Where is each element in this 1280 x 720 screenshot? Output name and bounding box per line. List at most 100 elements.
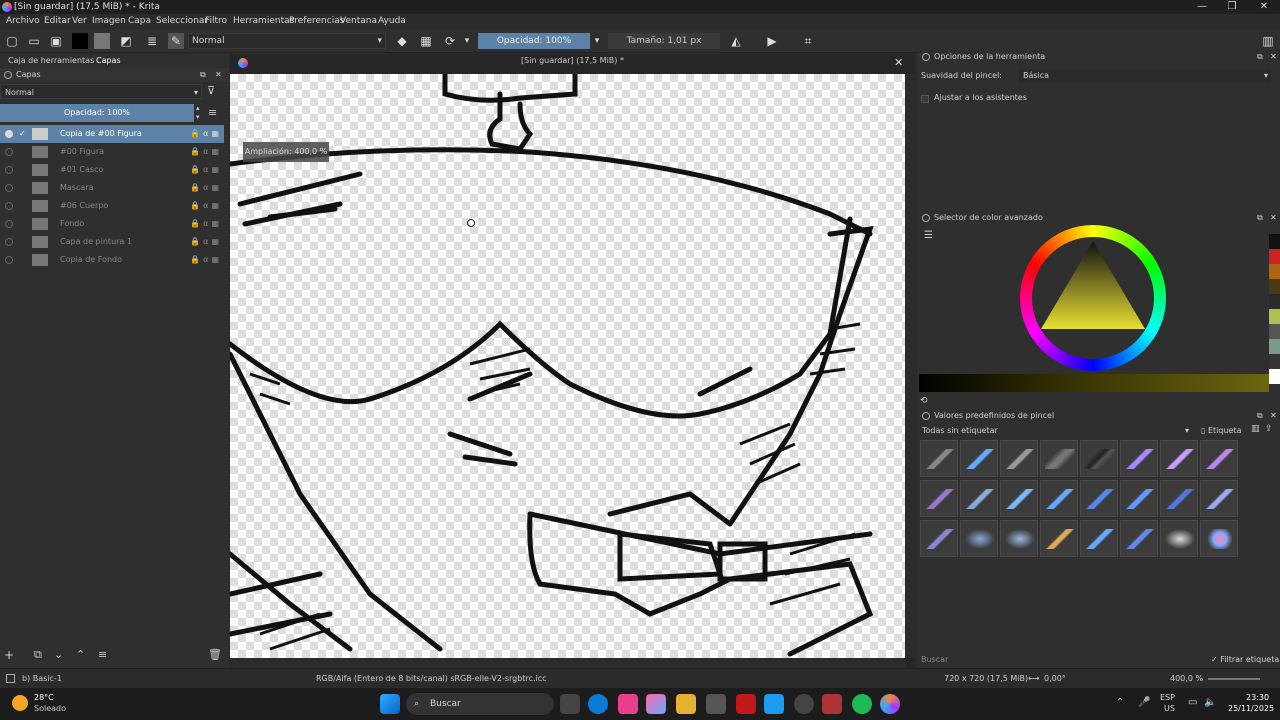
menu-ventana[interactable]: Ventana bbox=[340, 14, 377, 29]
alpha-lock-icon[interactable]: ▦ bbox=[418, 33, 434, 49]
move-down-icon[interactable]: ⌄ bbox=[54, 648, 63, 661]
color-swatch[interactable] bbox=[1269, 234, 1280, 249]
brush-preset[interactable] bbox=[1200, 440, 1238, 477]
visibility-eye-icon[interactable] bbox=[5, 166, 13, 174]
clock-date[interactable]: 25/11/2025 bbox=[1228, 704, 1274, 713]
opacity-spin-icon[interactable]: ▴ ▾ bbox=[196, 104, 200, 122]
eraser-icon[interactable]: ◆ bbox=[394, 33, 410, 49]
workspace-icon[interactable]: ▥ bbox=[1260, 33, 1276, 49]
layer-lock-icons[interactable]: 🔒α▦ bbox=[190, 179, 222, 197]
layer-lock-icons[interactable]: 🔒α▦ bbox=[190, 125, 222, 143]
app-icon[interactable] bbox=[794, 694, 814, 714]
brush-preset[interactable] bbox=[1040, 480, 1078, 517]
brush-preset[interactable] bbox=[1080, 480, 1118, 517]
check-icon[interactable]: ✓ bbox=[19, 125, 26, 143]
move-up-icon[interactable]: ⌃ bbox=[76, 648, 85, 661]
saturation-value-triangle[interactable] bbox=[1020, 225, 1166, 371]
color-swatch[interactable] bbox=[1269, 264, 1280, 279]
menu-ver[interactable]: Ver bbox=[72, 14, 87, 29]
app-icon[interactable] bbox=[822, 694, 842, 714]
brush-preset[interactable] bbox=[920, 440, 958, 477]
mirror-vertical-icon[interactable]: ▶ bbox=[764, 33, 780, 49]
color-swatch[interactable] bbox=[1269, 309, 1280, 324]
visibility-eye-icon[interactable] bbox=[5, 130, 13, 138]
float-docker-icon[interactable]: ⧉ bbox=[1257, 408, 1263, 424]
layer-row[interactable]: #06 Cuerpo 🔒α▦ bbox=[0, 197, 224, 215]
file-explorer-icon[interactable] bbox=[676, 694, 696, 714]
brush-preset[interactable] bbox=[920, 520, 958, 557]
restore-button[interactable]: ❐ bbox=[1216, 0, 1248, 14]
zoom-slider[interactable] bbox=[1208, 678, 1260, 680]
brush-preset[interactable] bbox=[1160, 480, 1198, 517]
visibility-eye-icon[interactable] bbox=[5, 184, 13, 192]
preset-search-input[interactable]: Buscar bbox=[921, 655, 948, 664]
refresh-icon[interactable]: ⟲ bbox=[920, 396, 928, 406]
filter-icon[interactable]: ⊽ bbox=[207, 84, 215, 97]
color-swatch[interactable] bbox=[1269, 354, 1280, 369]
weather-icon[interactable] bbox=[12, 695, 28, 711]
menu-archivo[interactable]: Archivo bbox=[6, 14, 40, 29]
layer-lock-icons[interactable]: 🔒α▦ bbox=[190, 251, 222, 269]
layer-properties-icon[interactable]: ≡ bbox=[98, 648, 107, 661]
layer-lock-icons[interactable]: 🔒α▦ bbox=[190, 161, 222, 179]
add-layer-icon[interactable]: + bbox=[4, 648, 14, 662]
visibility-eye-icon[interactable] bbox=[5, 148, 13, 156]
chevron-down-icon[interactable]: ▾ bbox=[592, 33, 602, 49]
background-color[interactable] bbox=[94, 33, 110, 49]
menu-imagen[interactable]: Imagen bbox=[92, 14, 126, 29]
delete-layer-icon[interactable]: 🗑 bbox=[208, 648, 222, 661]
vertical-scrollbar[interactable] bbox=[905, 74, 915, 658]
brush-preset[interactable] bbox=[920, 480, 958, 517]
krita-taskbar-icon[interactable] bbox=[880, 694, 900, 714]
language-indicator[interactable]: ESP bbox=[1160, 693, 1175, 702]
tab-layers[interactable]: Capas bbox=[96, 54, 121, 68]
layout-icon[interactable]: ▥ bbox=[1251, 424, 1260, 434]
edge-icon[interactable] bbox=[588, 694, 608, 714]
float-docker-icon[interactable]: ⧉ bbox=[1257, 210, 1263, 226]
color-swatch[interactable] bbox=[1269, 249, 1280, 264]
twitter-icon[interactable] bbox=[764, 694, 784, 714]
new-document-icon[interactable]: ▢ bbox=[4, 33, 20, 49]
brush-preset[interactable] bbox=[1080, 520, 1118, 557]
clock-time[interactable]: 23:30 bbox=[1246, 693, 1269, 702]
opacity-slider[interactable]: Opacidad: 100% bbox=[478, 33, 590, 49]
chevron-down-icon[interactable]: ▾ bbox=[462, 33, 472, 49]
menu-seleccionar[interactable]: Seleccionar bbox=[156, 14, 208, 29]
visibility-eye-icon[interactable] bbox=[5, 220, 13, 228]
menu-editar[interactable]: Editar bbox=[44, 14, 71, 29]
task-view-icon[interactable] bbox=[560, 694, 580, 714]
brush-preset[interactable] bbox=[1120, 440, 1158, 477]
layer-row[interactable]: Fondo 🔒α▦ bbox=[0, 215, 224, 233]
layer-lock-icons[interactable]: 🔒α▦ bbox=[190, 233, 222, 251]
keyboard-layout[interactable]: US bbox=[1164, 704, 1175, 713]
assistants-checkbox[interactable] bbox=[921, 95, 929, 103]
color-swatch[interactable] bbox=[1269, 339, 1280, 354]
save-icon[interactable]: ▣ bbox=[48, 33, 64, 49]
menu-capa[interactable]: Capa bbox=[128, 14, 151, 29]
float-docker-icon[interactable]: ⧉ bbox=[200, 68, 206, 82]
layer-lock-icons[interactable]: 🔒α▦ bbox=[190, 215, 222, 233]
brush-preset[interactable] bbox=[960, 480, 998, 517]
close-docker-icon[interactable]: ✕ bbox=[1270, 408, 1277, 424]
layer-opacity-slider[interactable]: Opacidad: 100% bbox=[0, 104, 194, 122]
menu-ayuda[interactable]: Ayuda bbox=[378, 14, 406, 29]
smoothing-select[interactable]: Básica ▾ bbox=[1019, 69, 1271, 83]
brush-preset[interactable] bbox=[1000, 440, 1038, 477]
tab-toolbox[interactable]: Caja de herramientas bbox=[8, 54, 94, 68]
layer-row[interactable]: Copia de Fondo 🔒α▦ bbox=[0, 251, 224, 269]
brush-preset[interactable] bbox=[1160, 440, 1198, 477]
netflix-icon[interactable] bbox=[736, 694, 756, 714]
document-tab-title[interactable]: [Sin guardar] (17,5 MiB) * bbox=[230, 56, 915, 65]
close-window-button[interactable]: ✕ bbox=[1248, 0, 1280, 14]
brush-preset[interactable] bbox=[1000, 520, 1038, 557]
hue-ring[interactable] bbox=[1020, 225, 1166, 371]
brush-preset[interactable] bbox=[1120, 480, 1158, 517]
tag-button[interactable]: ▯ Etiqueta bbox=[1201, 424, 1241, 438]
layer-row[interactable]: #00 Figura 🔒α▦ bbox=[0, 143, 224, 161]
app-icon[interactable] bbox=[618, 694, 638, 714]
color-swatch[interactable] bbox=[1269, 324, 1280, 339]
brush-preset[interactable] bbox=[1160, 520, 1198, 557]
visibility-eye-icon[interactable] bbox=[5, 202, 13, 210]
brush-preset[interactable] bbox=[1040, 440, 1078, 477]
close-docker-icon[interactable]: ✕ bbox=[1270, 210, 1277, 226]
